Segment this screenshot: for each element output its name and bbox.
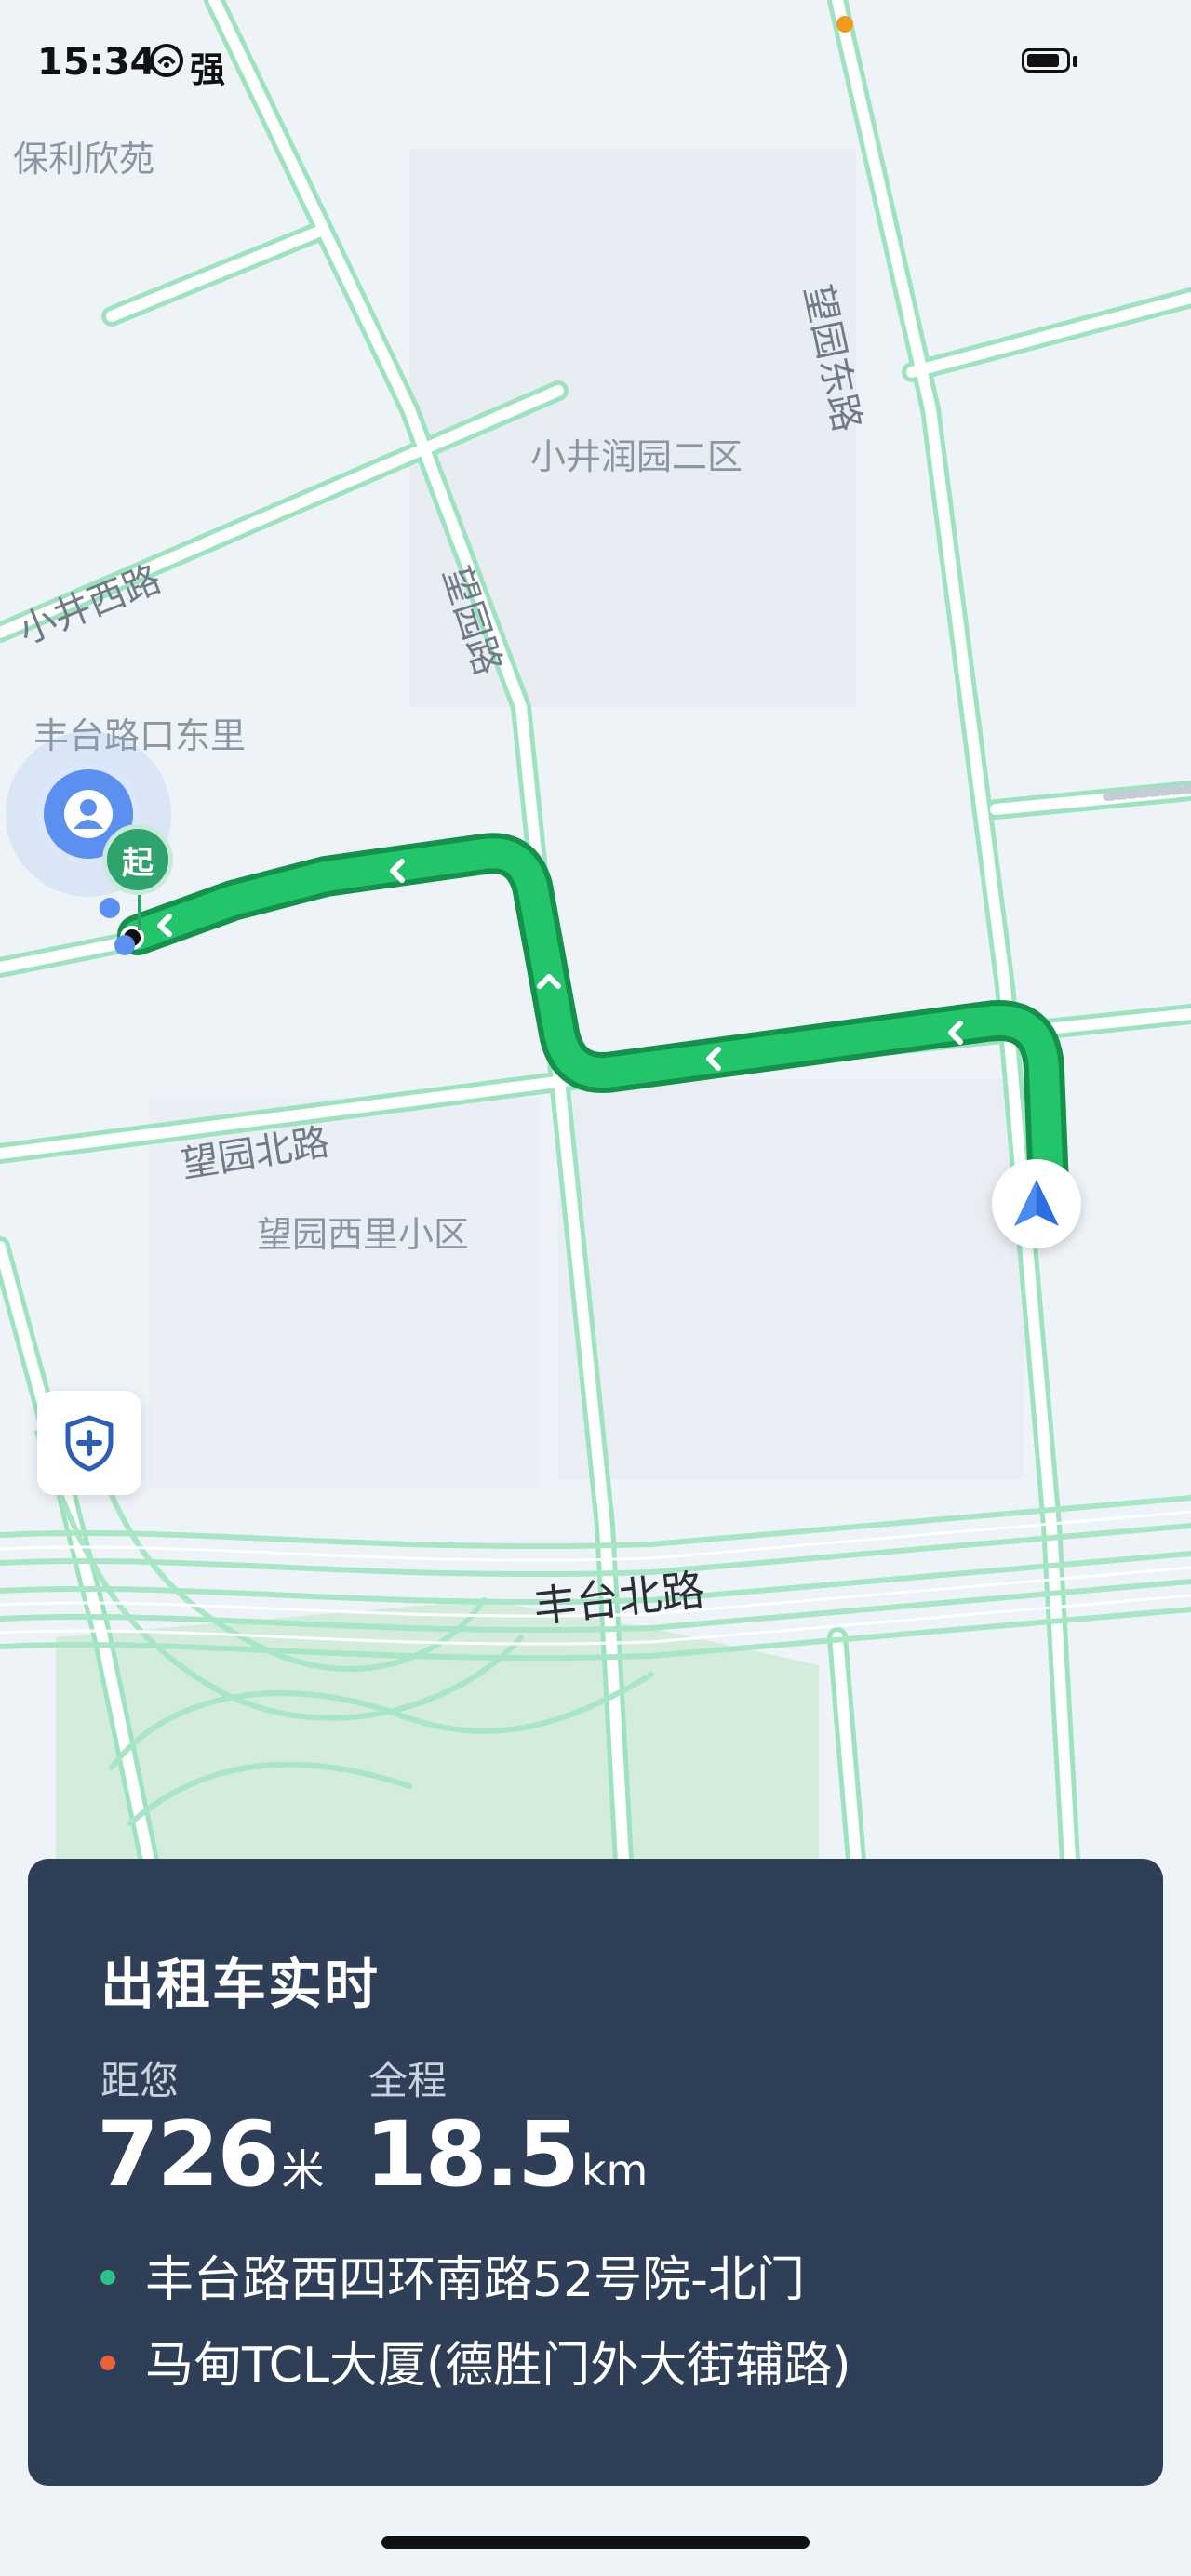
total-unit: km bbox=[581, 2145, 649, 2196]
origin-address: 丰台路西四环南路52号院-北门 bbox=[145, 2252, 805, 2308]
status-time: 15:34 bbox=[37, 41, 156, 84]
place-label: 小井润园二区 bbox=[530, 436, 743, 477]
start-badge: 起 bbox=[102, 824, 173, 895]
total-value: 18.5 bbox=[365, 2102, 580, 2207]
origin-dot bbox=[100, 2270, 115, 2285]
battery-tip bbox=[1073, 56, 1077, 67]
signal-icon bbox=[150, 44, 183, 77]
place-label: 保利欣苑 bbox=[13, 139, 155, 180]
destination-dot bbox=[100, 2356, 115, 2370]
location-dot bbox=[114, 935, 135, 955]
origin-row: 丰台路西四环南路52号院-北门 bbox=[100, 2240, 805, 2310]
battery-fill bbox=[1027, 54, 1059, 67]
home-indicator[interactable] bbox=[381, 2536, 810, 2549]
destination-address: 马甸TCL大厦(德胜门外大街辅路) bbox=[145, 2338, 851, 2394]
location-dot bbox=[100, 898, 120, 918]
distance-value: 726 bbox=[97, 2102, 279, 2207]
total-value-group: 18.5km bbox=[365, 2102, 648, 2207]
distance-value-group: 726米 bbox=[97, 2102, 324, 2207]
vehicle-marker[interactable] bbox=[992, 1159, 1081, 1248]
navigation-arrow-icon bbox=[1014, 1180, 1059, 1226]
taxi-info-panel: 出租车实时 距您 726米 全程 18.5km 丰台路西四环南路52号院-北门 … bbox=[28, 1859, 1163, 2486]
place-label: 丰台路口东里 bbox=[33, 715, 247, 756]
status-bar: 15:34 强 bbox=[0, 0, 1191, 121]
safety-button[interactable] bbox=[37, 1391, 141, 1495]
battery-icon bbox=[1022, 48, 1070, 73]
place-label: 望园西里小区 bbox=[257, 1214, 470, 1255]
map-block bbox=[558, 1079, 1024, 1479]
distance-label: 距您 bbox=[100, 2058, 180, 2103]
shield-plus-icon bbox=[65, 1415, 114, 1472]
panel-title: 出租车实时 bbox=[100, 1953, 381, 2016]
destination-row: 马甸TCL大厦(德胜门外大街辅路) bbox=[100, 2326, 851, 2396]
total-label: 全程 bbox=[368, 2058, 448, 2103]
user-location-icon bbox=[64, 790, 113, 838]
signal-strength-text: 强 bbox=[190, 49, 226, 90]
distance-unit: 米 bbox=[281, 2145, 325, 2196]
